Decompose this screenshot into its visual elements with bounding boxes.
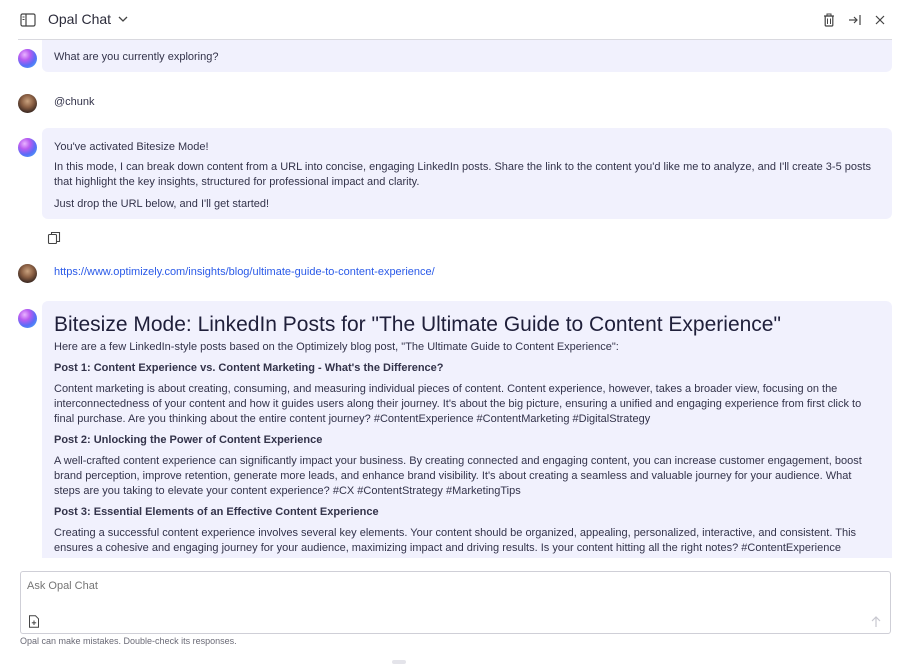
resize-handle[interactable] — [392, 660, 406, 664]
post-body: Creating a successful content experience… — [54, 527, 857, 554]
response-intro: Here are a few LinkedIn-style posts base… — [54, 341, 619, 353]
send-icon[interactable] — [870, 615, 882, 628]
assistant-avatar-icon — [18, 49, 37, 68]
chat-header: Opal Chat — [0, 0, 902, 40]
user-message-text: @chunk — [54, 96, 95, 108]
assistant-message-text: What are you currently exploring? — [54, 51, 219, 63]
trash-icon[interactable] — [822, 13, 836, 27]
user-avatar — [18, 264, 37, 283]
post-title: Post 1: Content Experience vs. Content M… — [54, 362, 444, 374]
response-heading: Bitesize Mode: LinkedIn Posts for "The U… — [54, 313, 781, 336]
sidebar-toggle-icon[interactable] — [20, 13, 36, 27]
assistant-message-line: You've activated Bitesize Mode! — [54, 141, 209, 153]
chat-input[interactable] — [27, 580, 867, 592]
chat-title: Opal Chat — [48, 11, 112, 27]
chat-title-dropdown[interactable]: Opal Chat — [48, 11, 129, 27]
assistant-message-line: In this mode, I can break down content f… — [54, 161, 872, 188]
chat-messages[interactable]: What are you currently exploring? @chunk… — [0, 40, 902, 558]
user-avatar — [18, 94, 37, 113]
collapse-panel-icon[interactable] — [848, 13, 862, 27]
assistant-avatar-icon — [18, 309, 37, 328]
post-title: Post 2: Unlocking the Power of Content E… — [54, 434, 323, 446]
attach-file-icon[interactable] — [28, 615, 40, 628]
post-title: Post 3: Essential Elements of an Effecti… — [54, 506, 379, 518]
assistant-message-line: Just drop the URL below, and I'll get st… — [54, 198, 270, 210]
chevron-down-icon — [118, 16, 128, 22]
user-url-link[interactable]: https://www.optimizely.com/insights/blog… — [54, 265, 435, 280]
assistant-avatar-icon — [18, 138, 37, 157]
post-body: A well-crafted content experience can si… — [54, 455, 862, 497]
close-icon[interactable] — [873, 13, 887, 27]
post-body: Content marketing is about creating, con… — [54, 383, 862, 425]
disclaimer-text: Opal can make mistakes. Double-check its… — [20, 636, 237, 646]
copy-icon[interactable] — [47, 231, 61, 245]
chat-input-box — [20, 571, 891, 634]
